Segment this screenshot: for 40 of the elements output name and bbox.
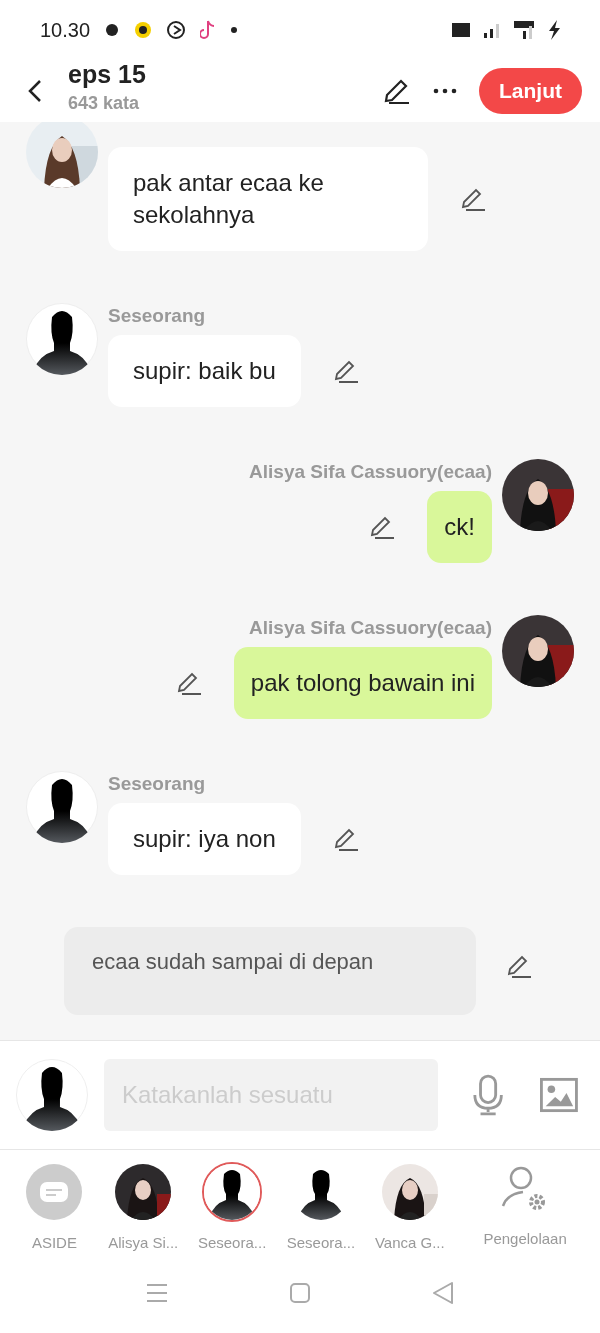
message-bubble[interactable]: pak tolong bawain ini [233,647,492,719]
avatar-silhouette-icon[interactable] [16,1057,88,1133]
message-bubble[interactable]: supir: iya non [108,803,301,875]
character-tab[interactable]: Seseora... [276,1162,366,1251]
sender-name: Seseorang [108,772,206,795]
character-tab[interactable]: Seseora... [187,1162,277,1251]
message-bubble[interactable]: supir: baik bu [108,335,301,407]
continue-button[interactable]: Lanjut [479,68,582,114]
back-icon[interactable] [28,79,42,103]
image-icon[interactable] [540,1077,578,1113]
message-bubble[interactable]: pak antar ecaa ke sekolahnya [108,147,428,251]
edit-icon[interactable] [369,514,396,540]
character-tab[interactable]: Alisya Si... [98,1162,188,1251]
mobile-data-icon [514,21,534,39]
charging-icon [548,20,560,40]
status-time: 10.30 [40,18,91,42]
edit-icon[interactable] [383,77,411,105]
dot-icon [230,26,239,34]
edit-icon[interactable] [175,670,202,696]
character-tab[interactable]: Vanca G... [365,1162,455,1251]
edit-icon[interactable] [332,826,359,852]
more-icon[interactable] [433,88,457,94]
edit-icon[interactable] [460,186,486,212]
avatar-silhouette-icon [204,1164,261,1220]
narration-icon [26,1164,83,1220]
manage-button[interactable]: Pengelolaan [454,1162,596,1247]
signal-icon [484,22,500,38]
character-tab[interactable]: ASIDE [10,1162,99,1251]
microphone-icon[interactable] [471,1073,505,1117]
word-count: 643 kata [68,93,141,114]
music-note-icon [200,19,217,41]
play-circle-icon [166,20,187,40]
edit-icon[interactable] [506,953,532,979]
chapter-title: eps 15 [68,60,147,89]
sender-name: Seseorang [108,304,206,327]
narration-bubble[interactable]: ecaa sudah sampai di depan [64,927,476,1015]
edit-icon[interactable] [332,358,359,384]
message-bubble[interactable]: ck! [427,491,492,563]
sender-name: Alisya Sifa Cassuory(ecaa) [249,616,492,639]
sender-name: Alisya Sifa Cassuory(ecaa) [249,460,492,483]
